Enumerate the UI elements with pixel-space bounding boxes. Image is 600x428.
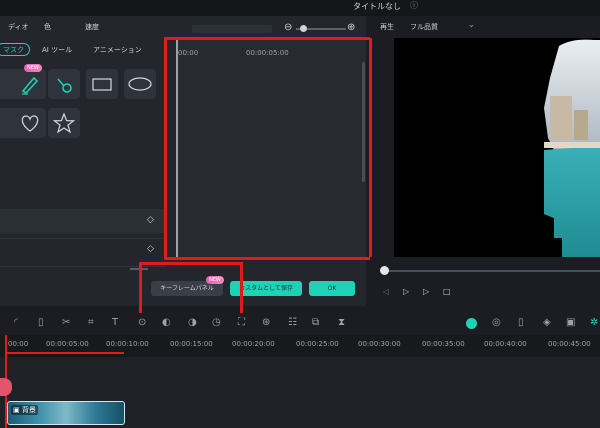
color-icon[interactable]: ◐ [162,317,171,328]
window-title: タイトルなし [353,2,401,11]
ruler-tick-0: 00:00 [8,340,29,348]
cut-icon[interactable]: ✂ [62,317,70,328]
ruler-tick-2: 00:00:10:00 [106,340,149,348]
video-clip[interactable]: ▣ 背景 [7,401,125,425]
zoom-in-icon[interactable]: ⊕ [347,22,355,33]
chevron-down-icon[interactable]: ⌄ [468,20,475,29]
masked-photo-silhouette [544,39,600,257]
mask-tile-heart[interactable] [14,108,46,138]
highlight-box-keyframe-button [139,262,243,318]
keyframe-nav[interactable] [192,25,272,33]
ruler-tick-3: 00:00:15:00 [170,340,213,348]
play-icon[interactable]: ▷ [423,287,429,296]
settings-icon[interactable]: ✲ [590,317,598,328]
keyframe-diamond-icon[interactable]: ◇ [147,215,154,225]
pen-icon [21,76,39,95]
mask-tile-ellipse[interactable] [124,69,156,99]
playback-label: 再生 [380,23,394,31]
text-icon[interactable]: T [112,317,118,328]
mic-icon[interactable]: ◎ [492,317,501,328]
ruler-tick-6: 00:00:30:00 [358,340,401,348]
progress-handle[interactable] [380,266,389,275]
timeline-toolbar: ◜ ▯ ✂ ⌗ T ⊙ ◐ ◑ ◷ ⛶ ⊛ ☷ ⧉ ⧗ ◎ ▯ ◈ ▣ ✲ [0,313,600,335]
ok-button[interactable]: OK [309,281,355,296]
zoom-icon[interactable]: ⊙ [138,317,146,328]
ruler-tick-8: 00:00:40:00 [484,340,527,348]
star-icon [52,112,76,134]
new-badge: NEW [24,64,42,72]
group-icon[interactable]: ⧉ [312,317,319,328]
mask-tile-rectangle[interactable] [86,69,118,99]
play-step-icon[interactable]: ▷ [403,287,409,296]
sliders-icon[interactable]: ☷ [288,317,297,328]
delete-icon[interactable]: ▯ [38,317,44,328]
clock-icon[interactable]: ◷ [212,317,221,328]
mask-tile-pen[interactable] [14,69,46,99]
ruler-tick-4: 00:00:20:00 [232,340,275,348]
info-icon[interactable]: ⓘ [410,0,418,11]
marker-icon[interactable]: ◈ [543,317,551,328]
ruler-tick-7: 00:00:35:00 [422,340,465,348]
clip-label-text: 背景 [21,406,36,414]
zoom-slider-handle[interactable] [300,25,307,32]
video-preview[interactable] [394,38,600,257]
title-bar: タイトルなし ⓘ [0,0,600,16]
device-icon[interactable]: ▯ [518,317,524,328]
undo-icon[interactable]: ◜ [14,317,18,328]
ellipse-icon [128,77,152,91]
fit-icon[interactable]: ⛶ [238,317,245,328]
split-icon[interactable]: ⧗ [338,317,345,328]
crop-icon[interactable]: ⌗ [88,317,94,328]
preview-toolbar: 再生 フル品質 ⌄ [370,16,600,38]
tab-bar: マスク AI ツール アニメーション [0,40,170,60]
timeline-ruler[interactable]: 00:00 00:00:05:00 00:00:10:00 00:00:15:0… [0,335,600,357]
highlight-box-keyframe-panel [164,37,372,260]
ruler-tick-5: 00:00:25:00 [296,340,339,348]
quality-select[interactable]: フル品質 [410,22,438,32]
zoom-out-icon[interactable]: ⊖ [284,22,292,33]
previous-frame-icon[interactable]: ◁ [383,287,389,296]
tab-mask-label: マスク [3,46,24,54]
menu-audio[interactable]: ディオ [8,22,29,32]
preview-progress-bar[interactable] [384,270,600,272]
rectangle-icon [92,78,112,91]
menu-speed[interactable]: 速度 [85,22,99,32]
adjust-icon[interactable]: ◑ [188,317,197,328]
property-menu: ディオ 色 速度 [0,20,166,36]
heart-icon [21,115,39,132]
ruler-tick-1: 00:00:05:00 [46,340,89,348]
render-icon[interactable] [466,318,477,329]
tab-mask[interactable]: マスク [0,43,30,56]
divider [0,238,166,239]
stop-icon[interactable]: □ [443,287,451,296]
tab-animation[interactable]: アニメーション [93,45,142,55]
keyframe-diamond-icon-2[interactable]: ◇ [147,244,154,254]
menu-color[interactable]: 色 [44,22,51,32]
video-clip-label: ▣ 背景 [11,405,38,415]
paintbrush-icon [57,78,72,93]
zoom-controls: ⊖ ⊕ [192,22,362,36]
motion-icon[interactable]: ⊛ [262,317,270,328]
playback-controls: ◁ ▷ ▷ □ [370,257,600,307]
keyframe-row-selected[interactable] [0,209,166,233]
range-marker[interactable] [6,352,124,354]
mask-tile-brush[interactable] [48,69,80,99]
mask-tile-star[interactable] [48,108,80,138]
tab-ai-tools[interactable]: AI ツール [42,45,72,55]
snapshot-icon[interactable]: ▣ [566,317,575,328]
ruler-tick-9: 00:00:45:00 [548,340,591,348]
